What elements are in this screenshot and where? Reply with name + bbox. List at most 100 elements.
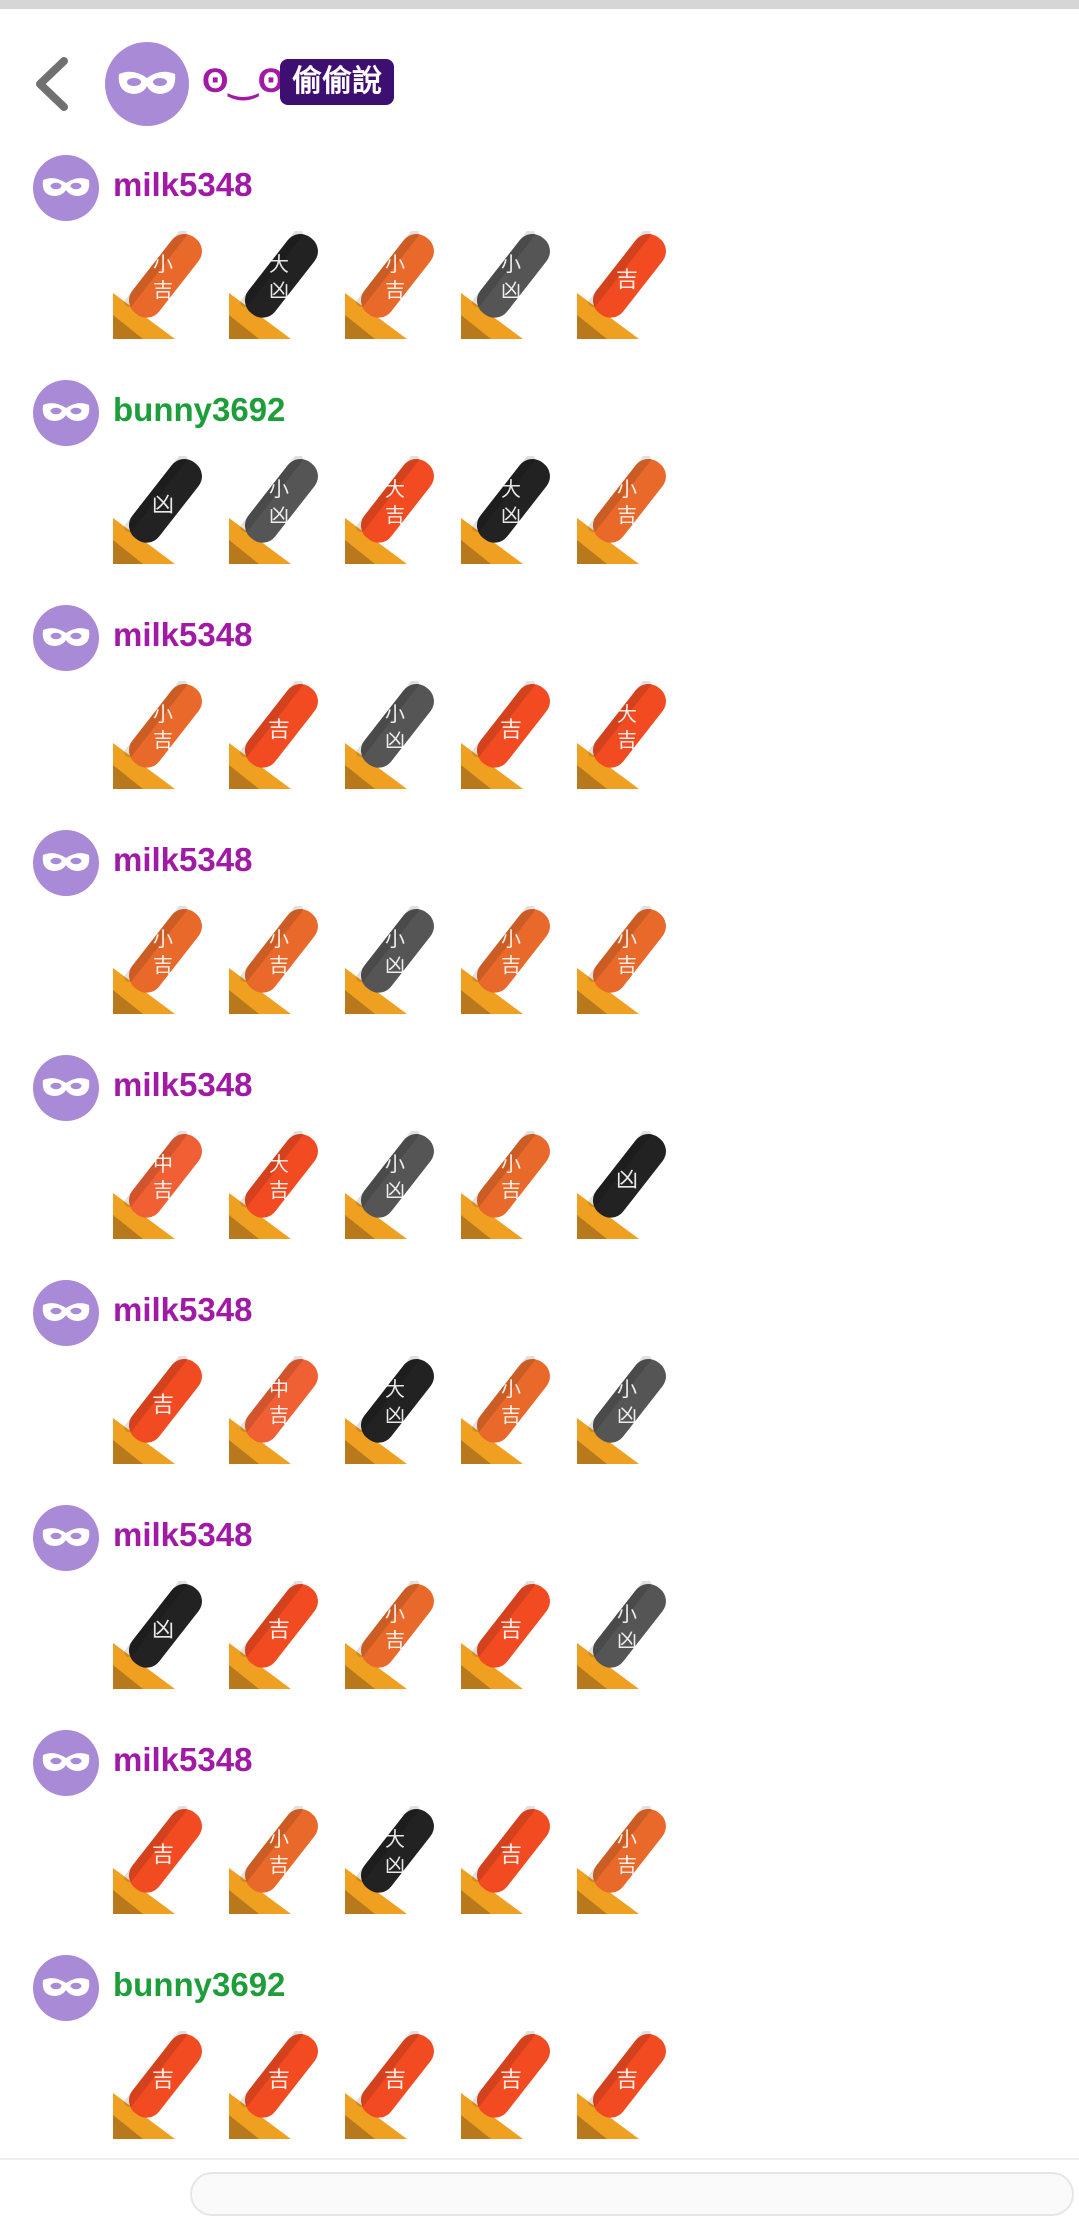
fortune-stick-icon: 大凶 — [461, 456, 550, 564]
user-avatar[interactable] — [33, 1055, 99, 1121]
username[interactable]: milk5348 — [113, 1516, 252, 1554]
message-list: milk5348 小吉大凶小吉小凶吉 bunny3692 凶小凶大吉大凶小吉 milk5… — [0, 155, 1079, 2180]
fortune-stick: 小吉 — [113, 681, 209, 789]
chat-header: ʘ‿ʘ 偷偷說 — [0, 9, 1079, 155]
stick-label: 吉 — [501, 1178, 521, 1202]
chat-nickname: ʘ‿ʘ — [202, 62, 286, 100]
stick-label: 小 — [501, 1152, 521, 1176]
fortune-stick-icon: 小吉 — [577, 1806, 666, 1914]
chevron-left-icon — [36, 57, 68, 111]
fortune-stick-icon: 中吉 — [229, 1356, 318, 1464]
fortune-stick-icon: 小吉 — [345, 231, 434, 339]
stick-label: 吉 — [500, 1618, 522, 1643]
fortune-stick: 吉 — [113, 1806, 209, 1914]
fortune-stick-icon: 大凶 — [229, 231, 318, 339]
fortune-stick-icon: 吉 — [461, 1581, 550, 1689]
fortune-stick-icon: 小凶 — [345, 906, 434, 1014]
stick-label: 大 — [385, 477, 405, 501]
stick-label: 吉 — [500, 718, 522, 743]
fortune-stick-icon: 小吉 — [577, 906, 666, 1014]
fortune-stick-icon: 中吉 — [113, 1131, 202, 1239]
stick-label: 小 — [385, 927, 405, 951]
stick-label: 吉 — [152, 1843, 174, 1868]
username[interactable]: milk5348 — [113, 1741, 252, 1779]
user-avatar[interactable] — [33, 1955, 99, 2021]
header-avatar[interactable] — [105, 42, 189, 126]
fortune-stick-icon: 大吉 — [345, 456, 434, 564]
stick-label: 凶 — [616, 1168, 638, 1193]
user-avatar[interactable] — [33, 1505, 99, 1571]
user-avatar[interactable] — [33, 1730, 99, 1796]
stick-label: 吉 — [500, 1843, 522, 1868]
stick-label: 凶 — [385, 953, 405, 977]
stick-label: 小 — [385, 252, 405, 276]
username[interactable]: bunny3692 — [113, 1966, 285, 2004]
stick-label: 凶 — [269, 278, 289, 302]
fortune-stick-icon: 吉 — [461, 1806, 550, 1914]
fortune-stick: 小吉 — [113, 231, 209, 339]
sticker-row: 吉小吉大凶吉小吉 — [113, 1806, 693, 1914]
stick-label: 吉 — [153, 728, 173, 752]
fortune-stick-icon: 小吉 — [229, 1806, 318, 1914]
fortune-stick-icon: 凶 — [113, 456, 202, 564]
mask-icon — [42, 1078, 90, 1096]
fortune-stick-icon: 吉 — [113, 1356, 202, 1464]
sticker-row: 凶 吉 小吉 吉 小凶 — [113, 1581, 693, 1689]
username[interactable]: milk5348 — [113, 841, 252, 879]
fortune-stick: 小吉 — [461, 1356, 557, 1464]
stick-label: 吉 — [153, 953, 173, 977]
stick-label: 大 — [269, 1152, 289, 1176]
mask-icon — [42, 403, 90, 421]
stick-label: 小 — [617, 1602, 637, 1626]
stick-label: 小 — [617, 1827, 637, 1851]
user-avatar[interactable] — [33, 830, 99, 896]
mask-icon — [42, 628, 90, 646]
fortune-stick: 大吉 — [345, 456, 441, 564]
sticker-row: 中吉大吉小凶小吉凶 — [113, 1131, 693, 1239]
fortune-stick: 小凶 — [345, 906, 441, 1014]
fortune-stick: 小凶 — [345, 681, 441, 789]
fortune-stick-icon: 吉 — [577, 231, 666, 339]
stick-label: 吉 — [501, 1403, 521, 1427]
fortune-stick: 吉 — [461, 1581, 557, 1689]
username[interactable]: milk5348 — [113, 616, 252, 654]
fortune-stick-icon: 小凶 — [577, 1356, 666, 1464]
mask-icon — [42, 1753, 90, 1771]
fortune-stick: 小吉 — [229, 1806, 325, 1914]
stick-label: 凶 — [617, 1628, 637, 1652]
stick-label: 吉 — [616, 2068, 638, 2093]
user-avatar[interactable] — [33, 380, 99, 446]
fortune-stick-icon: 吉 — [229, 2031, 318, 2139]
stick-label: 吉 — [617, 953, 637, 977]
user-avatar[interactable] — [33, 155, 99, 221]
message-item: bunny3692 吉 吉 吉 吉 吉 — [0, 1955, 1079, 2180]
message-item: milk5348 小吉吉小凶吉大吉 — [0, 605, 1079, 830]
stick-label: 凶 — [385, 1853, 405, 1877]
user-avatar[interactable] — [33, 1280, 99, 1346]
stick-label: 中 — [153, 1152, 173, 1176]
username[interactable]: milk5348 — [113, 166, 252, 204]
back-button[interactable] — [28, 51, 78, 117]
message-input[interactable] — [190, 2172, 1074, 2216]
mask-icon — [42, 178, 90, 196]
fortune-stick-icon: 小吉 — [345, 1581, 434, 1689]
stick-label: 吉 — [269, 953, 289, 977]
stick-label: 小 — [269, 477, 289, 501]
fortune-stick-icon: 吉 — [461, 681, 550, 789]
stick-label: 吉 — [152, 1393, 174, 1418]
fortune-stick: 吉 — [461, 1806, 557, 1914]
fortune-stick: 小凶 — [577, 1356, 673, 1464]
stick-label: 吉 — [268, 1618, 290, 1643]
username[interactable]: milk5348 — [113, 1291, 252, 1329]
stick-label: 凶 — [385, 1403, 405, 1427]
stick-label: 凶 — [152, 493, 174, 518]
stick-label: 大 — [501, 477, 521, 501]
username[interactable]: bunny3692 — [113, 391, 285, 429]
fortune-stick-icon: 小凶 — [345, 1131, 434, 1239]
stick-label: 吉 — [501, 953, 521, 977]
username[interactable]: milk5348 — [113, 1066, 252, 1104]
sticker-row: 小吉大凶小吉小凶吉 — [113, 231, 693, 339]
mask-icon — [118, 71, 176, 94]
fortune-stick: 小凶 — [577, 1581, 673, 1689]
user-avatar[interactable] — [33, 605, 99, 671]
